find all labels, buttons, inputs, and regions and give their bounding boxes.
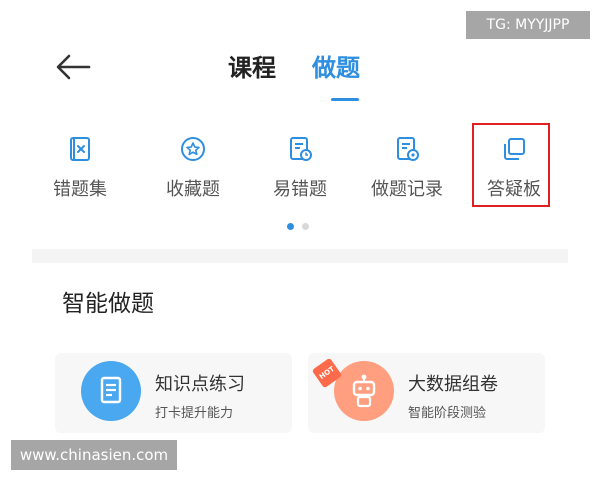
card-icon-circle bbox=[334, 361, 394, 421]
section-divider bbox=[32, 249, 568, 263]
star-circle-icon bbox=[181, 137, 205, 161]
nav-item-label: 易错题 bbox=[273, 179, 327, 200]
card-title: 大数据组卷 bbox=[408, 374, 498, 395]
record-icon bbox=[397, 137, 419, 161]
nav-item-label: 做题记录 bbox=[371, 179, 443, 200]
watermark-top: TG: MYYJJPP bbox=[466, 11, 590, 39]
tab-practice[interactable]: 做题 bbox=[312, 48, 360, 88]
arrow-left-icon bbox=[56, 54, 91, 80]
nav-item-easy-wrong[interactable]: 易错题 bbox=[250, 125, 350, 205]
tab-courses[interactable]: 课程 bbox=[228, 48, 276, 88]
highlight-box bbox=[472, 123, 550, 207]
page-dot[interactable] bbox=[302, 223, 309, 230]
card-knowledge-practice[interactable]: 知识点练习 打卡提升能力 bbox=[55, 353, 292, 433]
card-subtitle: 打卡提升能力 bbox=[155, 406, 234, 421]
nav-item-label: 错题集 bbox=[53, 179, 107, 200]
robot-icon bbox=[352, 374, 376, 408]
active-tab-indicator bbox=[331, 98, 359, 101]
header-tabs: 课程 做题 bbox=[228, 48, 360, 88]
nav-item-history[interactable]: 做题记录 bbox=[357, 125, 457, 205]
card-icon-circle bbox=[81, 361, 141, 421]
nav-item-favorites[interactable]: 收藏题 bbox=[143, 125, 243, 205]
document-list-icon bbox=[100, 376, 122, 404]
document-clock-icon bbox=[290, 137, 312, 161]
card-title: 知识点练习 bbox=[155, 374, 245, 395]
back-button[interactable] bbox=[53, 52, 93, 82]
nav-item-wrong-questions[interactable]: 错题集 bbox=[30, 125, 130, 205]
page-indicator bbox=[287, 223, 309, 230]
card-bigdata-paper[interactable]: 大数据组卷 智能阶段测验 bbox=[308, 353, 545, 433]
watermark-bottom: www.chinasien.com bbox=[11, 440, 177, 470]
page-dot-active[interactable] bbox=[287, 223, 294, 230]
wrong-book-icon bbox=[70, 137, 90, 161]
section-title: 智能做题 bbox=[62, 291, 154, 317]
nav-item-label: 收藏题 bbox=[166, 179, 220, 200]
card-subtitle: 智能阶段测验 bbox=[408, 406, 487, 421]
